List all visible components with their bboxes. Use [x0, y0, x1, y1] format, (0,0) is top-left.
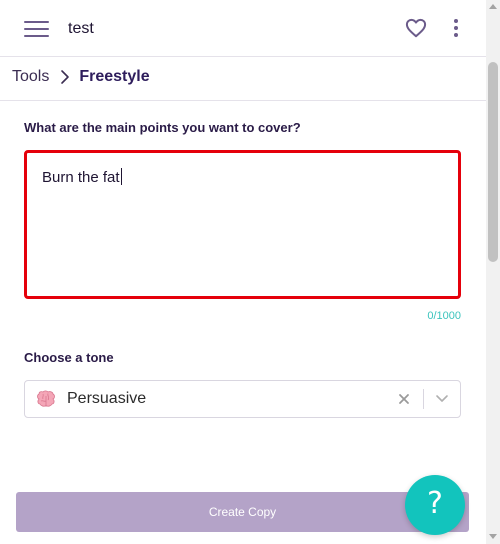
- help-button[interactable]: ?: [405, 475, 465, 535]
- chevron-down-icon[interactable]: [435, 393, 449, 405]
- heart-icon[interactable]: [405, 18, 427, 38]
- divider: [0, 100, 486, 101]
- page-scrollbar[interactable]: [486, 0, 500, 544]
- main-points-label: What are the main points you want to cov…: [24, 120, 301, 135]
- main-points-textarea[interactable]: Burn the fat: [24, 150, 461, 299]
- tone-selected-value: Persuasive: [67, 390, 147, 407]
- top-bar: test: [0, 0, 486, 57]
- main-points-text: Burn the fat: [42, 169, 120, 186]
- breadcrumb: Tools Freestyle: [12, 66, 150, 88]
- scrollbar-thumb[interactable]: [488, 62, 498, 262]
- breadcrumb-tools-link[interactable]: Tools: [12, 68, 49, 86]
- more-options-icon[interactable]: [450, 17, 462, 39]
- scroll-up-arrow-icon[interactable]: [489, 4, 497, 9]
- chevron-right-icon: [61, 70, 70, 84]
- clear-selection-icon[interactable]: [397, 392, 411, 406]
- character-counter: 0/1000: [427, 310, 461, 322]
- brain-icon: [37, 390, 55, 407]
- select-divider: [423, 389, 424, 409]
- scroll-down-arrow-icon[interactable]: [489, 534, 497, 539]
- text-caret: [120, 168, 122, 185]
- tone-label: Choose a tone: [24, 350, 114, 365]
- tone-select[interactable]: Persuasive: [24, 380, 461, 418]
- create-copy-button[interactable]: Create Copy: [16, 492, 469, 532]
- breadcrumb-current: Freestyle: [79, 68, 150, 85]
- hamburger-menu-icon[interactable]: [24, 20, 49, 37]
- project-name[interactable]: test: [68, 20, 94, 38]
